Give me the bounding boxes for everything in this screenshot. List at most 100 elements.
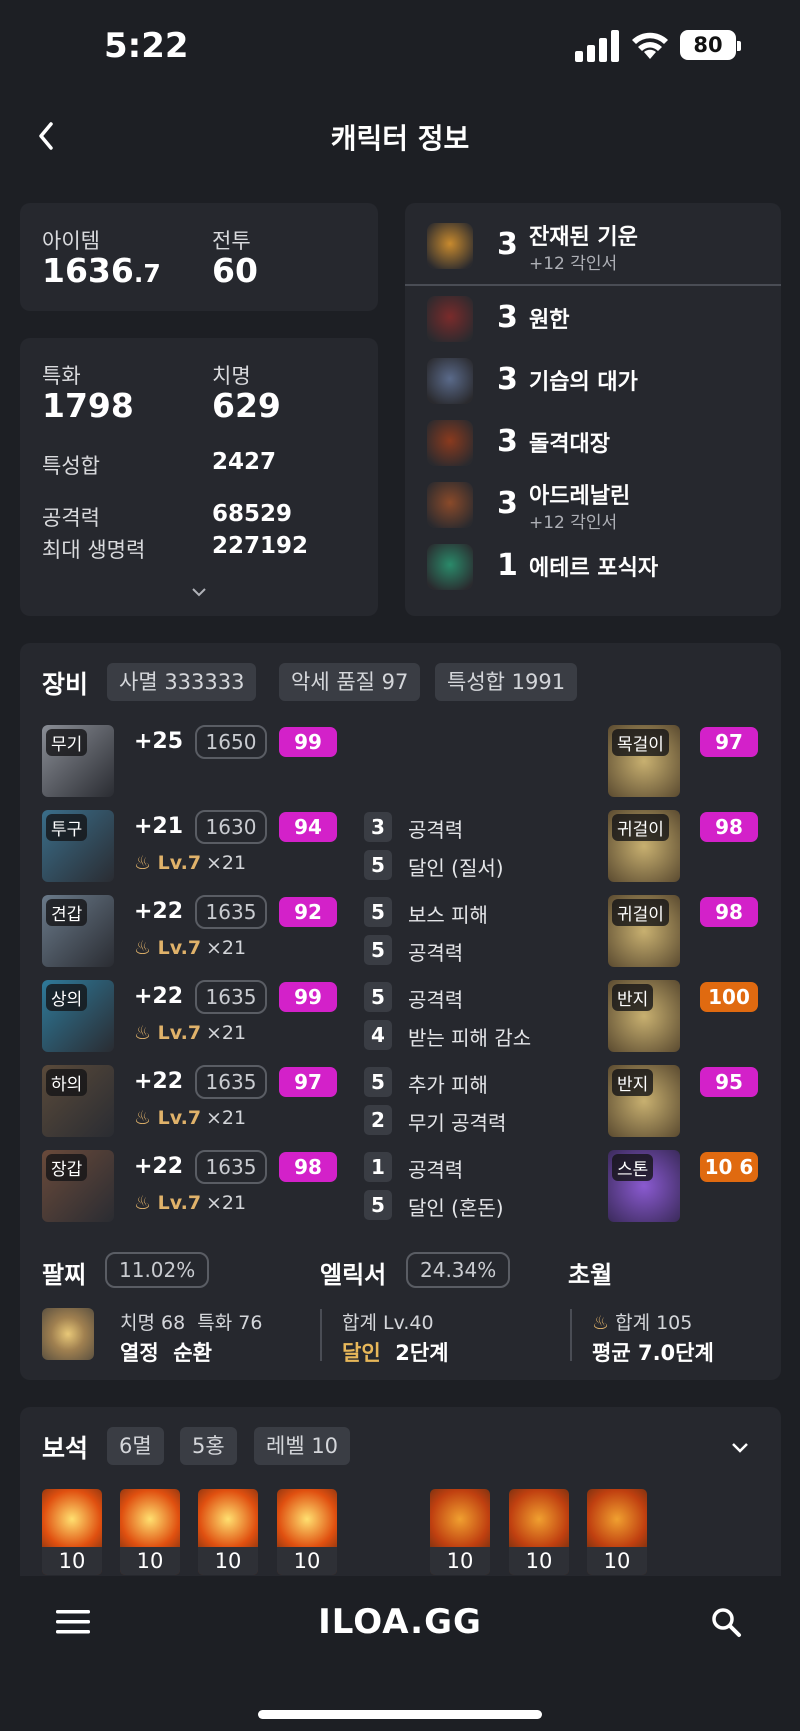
accessory-quality-badge: 98 — [700, 812, 758, 842]
armor-item-level: 1650 — [195, 725, 267, 759]
engraving-name: 기습의 대가 — [529, 370, 638, 395]
gem-item[interactable]: 10 — [120, 1489, 180, 1575]
accessory-quality-badge: 100 — [700, 982, 758, 1012]
armor-slot-icon[interactable]: 무기 — [42, 725, 114, 797]
bracelet-icon[interactable] — [42, 1308, 94, 1360]
accessory-slot-icon[interactable]: 귀걸이 — [608, 810, 680, 882]
transcend-level: ♨ Lv.7 — [134, 937, 202, 959]
transcend-label: 초월 — [568, 1261, 613, 1289]
effect-name: 공격력 — [408, 1158, 464, 1182]
engraving-name: 에테르 포식자 — [529, 556, 659, 581]
effect-level-badge: 2 — [364, 1105, 392, 1135]
accessory-slot-icon[interactable]: 귀걸이 — [608, 895, 680, 967]
gem-item[interactable]: 10 — [587, 1489, 647, 1575]
divider — [320, 1309, 322, 1361]
armor-enhance: +21 — [134, 814, 184, 839]
armor-quality-badge: 97 — [279, 1067, 337, 1097]
equipment-chip-stat-total: 특성합 1991 — [435, 663, 578, 701]
armor-slot-label: 투구 — [46, 814, 88, 841]
gem-level: 10 — [42, 1547, 102, 1575]
equipment-card: 장비 사멸 333333 악세 품질 97 특성합 1991 팔찌 11.02%… — [20, 643, 781, 1380]
flame-icon: ♨ — [134, 1022, 152, 1044]
accessory-slot-label: 반지 — [612, 1069, 654, 1096]
flame-icon: ♨ — [134, 852, 152, 874]
engraving-level: 3 — [497, 300, 518, 335]
engraving-book: +12 각인서 — [529, 254, 618, 274]
gems-chip-crimson: 5홍 — [180, 1427, 237, 1465]
armor-quality-badge: 98 — [279, 1152, 337, 1182]
gem-item[interactable]: 10 — [42, 1489, 102, 1575]
gem-level: 10 — [509, 1547, 569, 1575]
effect-name: 추가 피해 — [408, 1073, 488, 1097]
gem-item[interactable]: 10 — [509, 1489, 569, 1575]
app-logo[interactable]: ILOA.GG — [0, 1602, 800, 1642]
summary-card: 아이템 1636.7 전투 60 — [20, 203, 378, 311]
elixir-percent: 24.34% — [406, 1252, 511, 1288]
engraving-row[interactable]: 3 기습의 대가 — [405, 352, 781, 412]
accessory-quality-badge: 10 6 — [700, 1152, 758, 1182]
engraving-row[interactable]: 3 아드레날린 +12 각인서 — [405, 476, 781, 536]
engraving-ambush-icon — [427, 358, 473, 404]
flame-icon: ♨ — [134, 1192, 152, 1214]
collapse-chevron-icon[interactable] — [730, 1441, 750, 1455]
armor-item-level: 1635 — [195, 980, 267, 1014]
armor-enhance: +25 — [134, 729, 184, 754]
gem-item[interactable]: 10 — [198, 1489, 258, 1575]
accessory-slot-icon[interactable]: 반지 — [608, 980, 680, 1052]
effect-level-badge: 5 — [364, 982, 392, 1012]
transcend-level: ♨ Lv.7 — [134, 1192, 202, 1214]
attack-value: 68529 — [212, 501, 293, 527]
bracelet-label: 팔찌 — [42, 1261, 87, 1289]
transcend-multiplier: ×21 — [206, 852, 247, 874]
armor-quality-badge: 92 — [279, 897, 337, 927]
accessory-slot-label: 목걸이 — [612, 729, 669, 756]
armor-slot-icon[interactable]: 상의 — [42, 980, 114, 1052]
engraving-row[interactable]: 3 돌격대장 — [405, 414, 781, 474]
max-hp-value: 227192 — [212, 533, 309, 559]
accessory-quality-badge: 97 — [700, 727, 758, 757]
transcend-average: 평균 7.0단계 — [592, 1341, 714, 1365]
armor-slot-icon[interactable]: 장갑 — [42, 1150, 114, 1222]
engraving-raid-captain-icon — [427, 420, 473, 466]
engraving-row[interactable]: 3 잔재된 기운 +12 각인서 — [405, 217, 781, 277]
elixir-effect: 달인 2단계 — [342, 1341, 449, 1365]
gem-level: 10 — [277, 1547, 337, 1575]
engraving-grudge-icon — [427, 296, 473, 342]
armor-slot-icon[interactable]: 투구 — [42, 810, 114, 882]
effect-name: 공격력 — [408, 941, 464, 965]
battery-indicator: 80 — [680, 30, 741, 60]
armor-slot-label: 하의 — [46, 1069, 88, 1096]
effect-name: 보스 피해 — [408, 903, 488, 927]
gem-item[interactable]: 10 — [430, 1489, 490, 1575]
gems-chip-level: 레벨 10 — [254, 1427, 351, 1465]
flame-icon: ♨ — [134, 937, 152, 959]
crit-value: 629 — [212, 386, 281, 425]
engraving-name: 돌격대장 — [529, 432, 610, 457]
wifi-icon — [632, 32, 668, 59]
effect-name: 받는 피해 감소 — [408, 1026, 532, 1050]
armor-slot-icon[interactable]: 하의 — [42, 1065, 114, 1137]
effect-name: 공격력 — [408, 818, 464, 842]
transcend-multiplier: ×21 — [206, 1107, 247, 1129]
armor-item-level: 1630 — [195, 810, 267, 844]
engraving-row[interactable]: 3 원한 — [405, 290, 781, 350]
elixir-label: 엘릭서 — [320, 1261, 387, 1289]
transcend-multiplier: ×21 — [206, 937, 247, 959]
armor-enhance: +22 — [134, 899, 184, 924]
gem-item[interactable]: 10 — [277, 1489, 337, 1575]
search-icon[interactable] — [710, 1606, 742, 1638]
bracelet-percent: 11.02% — [105, 1252, 210, 1288]
engraving-remnant-icon — [427, 223, 473, 269]
bottom-navigation: ILOA.GG — [0, 1576, 800, 1731]
effect-level-badge: 5 — [364, 935, 392, 965]
armor-enhance: +22 — [134, 1154, 184, 1179]
armor-slot-icon[interactable]: 견갑 — [42, 895, 114, 967]
divider — [570, 1309, 572, 1361]
engraving-name: 원한 — [529, 308, 570, 333]
status-bar: 5:22 80 — [0, 0, 800, 95]
accessory-slot-icon[interactable]: 스톤 — [608, 1150, 680, 1222]
engraving-row[interactable]: 1 에테르 포식자 — [405, 538, 781, 598]
accessory-slot-icon[interactable]: 목걸이 — [608, 725, 680, 797]
expand-chevron-icon[interactable] — [190, 586, 208, 598]
accessory-slot-icon[interactable]: 반지 — [608, 1065, 680, 1137]
